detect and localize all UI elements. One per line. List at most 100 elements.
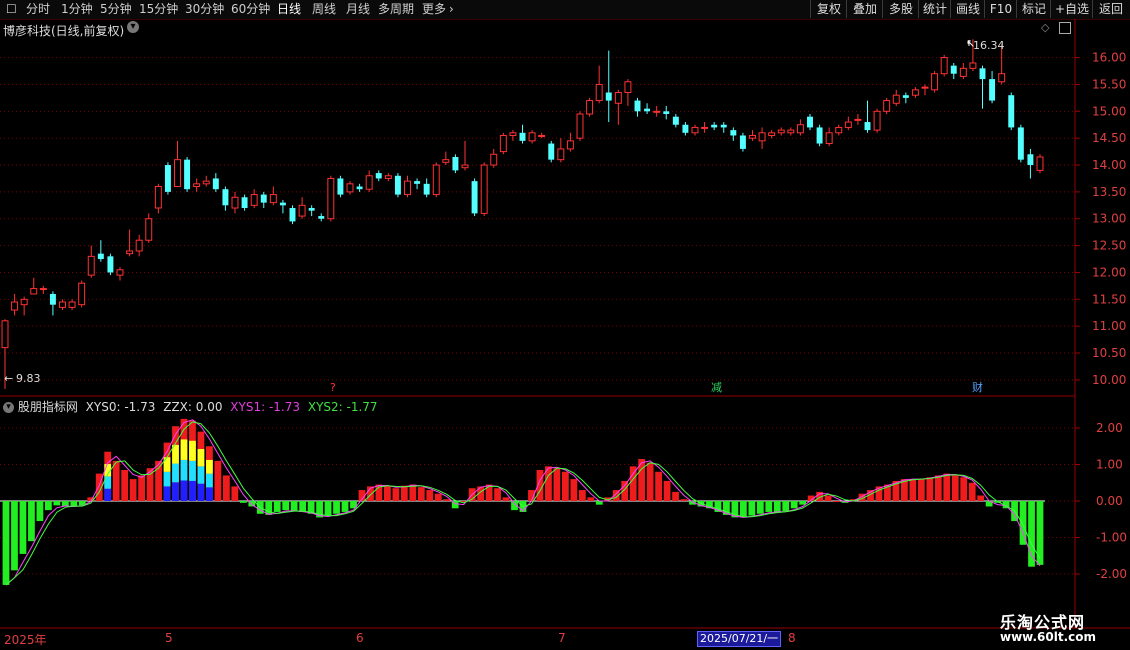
- candle: [212, 173, 219, 192]
- candle: [154, 183, 162, 214]
- indicator-bar: [53, 501, 61, 506]
- candle: [873, 108, 881, 133]
- indicator-bar: [960, 477, 968, 501]
- candle: [87, 245, 95, 278]
- indicator-bar: [951, 475, 959, 501]
- candle: [174, 140, 181, 188]
- candle: [807, 114, 813, 131]
- indicator-highlight: [197, 448, 205, 467]
- indicator-bar: [112, 460, 120, 501]
- indicator-bar: [273, 501, 281, 512]
- indicator-bar: [494, 488, 501, 501]
- indicator-bar: [926, 477, 934, 501]
- candle: [595, 65, 603, 104]
- xys1-value: XYS1: -1.73: [230, 400, 301, 414]
- indicator-axis: 2.00 1.00 0.00 -1.00 -2.00: [1075, 421, 1127, 581]
- high-label: 16.34: [973, 39, 1005, 52]
- candle: [30, 277, 38, 295]
- candle: [644, 103, 651, 114]
- candle: [298, 197, 306, 219]
- indicator-highlight: [206, 473, 213, 488]
- candle: [653, 105, 661, 117]
- candle: [289, 205, 296, 225]
- indicator-bar: [392, 488, 400, 501]
- indicator-menu-icon[interactable]: ▾: [3, 402, 14, 413]
- candle: [959, 62, 967, 80]
- indicator-bar: [44, 501, 52, 511]
- indicator-bar: [400, 485, 408, 501]
- indicator-highlight: [180, 459, 188, 481]
- indicator-bar: [917, 479, 925, 501]
- candle: [538, 132, 546, 139]
- candle: [989, 71, 996, 104]
- event-marker-jian: 减: [711, 381, 722, 394]
- watermark-url: www.60lt.com: [1000, 630, 1097, 644]
- candle: [672, 114, 679, 128]
- candle: [576, 111, 584, 141]
- price-tick-label: 11.50: [1092, 292, 1126, 306]
- candle: [461, 140, 469, 171]
- indicator-highlight: [206, 487, 213, 501]
- candle: [663, 105, 670, 120]
- indicator-bar: [646, 462, 654, 501]
- date-label-jul: 7: [558, 631, 566, 645]
- high-annotation: 16.34 ↖: [966, 37, 1005, 52]
- candle: [1017, 124, 1024, 163]
- candle: [49, 291, 56, 316]
- candle: [241, 194, 248, 211]
- indicator-bar: [672, 491, 679, 501]
- candle: [432, 162, 440, 198]
- date-label-may: 5: [165, 631, 173, 645]
- candle: [452, 154, 459, 174]
- indicator-highlight: [206, 459, 213, 474]
- indicator-highlight: [172, 482, 179, 501]
- indicator-bar: [790, 501, 798, 509]
- candle: [796, 119, 804, 136]
- candle: [816, 124, 823, 147]
- candle: [548, 140, 555, 163]
- indicator-bar: [663, 480, 671, 501]
- candle: [768, 130, 776, 139]
- indicator-bar: [19, 501, 27, 554]
- candle: [835, 124, 843, 136]
- xys0-value: XYS0: -1.73: [85, 400, 156, 414]
- candle: [337, 175, 344, 198]
- indicator-bar: [756, 501, 764, 514]
- candle: [68, 299, 76, 311]
- chart-canvas[interactable]: 16.00 15.50 15.00 14.50 14.00 13.50 13.00 12.50…: [0, 0, 1130, 650]
- candle: [490, 148, 498, 168]
- indicator-bar: [680, 499, 688, 501]
- candle: [269, 186, 277, 206]
- candle: [260, 191, 267, 208]
- candle: [97, 240, 104, 262]
- indicator-bar: [36, 501, 44, 522]
- indicator-bar: [290, 501, 298, 512]
- svg-text:←: ←: [4, 372, 13, 385]
- indicator-bar: [595, 501, 603, 505]
- candle: [471, 178, 478, 217]
- indicator-bar: [748, 501, 756, 516]
- indicator-bar: [426, 490, 434, 501]
- candle: [509, 130, 517, 141]
- low-label: 9.83: [16, 372, 41, 385]
- indicator-bar: [578, 490, 586, 501]
- candle: [519, 124, 526, 144]
- indicator-bar: [765, 501, 773, 512]
- candle: [423, 178, 430, 198]
- candle: [375, 170, 382, 182]
- indicator-bar: [934, 475, 942, 501]
- indicator-bar: [333, 501, 340, 514]
- indicator-bar: [417, 487, 425, 501]
- candle: [356, 183, 363, 192]
- indicator-bar: [282, 501, 290, 511]
- xys2-value: XYS2: -1.77: [307, 400, 378, 414]
- candle: [480, 162, 488, 217]
- candle: [720, 122, 727, 133]
- indicator-bar: [561, 471, 569, 501]
- price-tick-label: 14.50: [1092, 131, 1126, 145]
- price-tick-label: 10.50: [1092, 346, 1126, 360]
- indicator-bar: [138, 475, 145, 501]
- indicator-tick-label: -2.00: [1096, 567, 1127, 581]
- indicator-highlight: [163, 471, 171, 487]
- candle: [145, 213, 153, 243]
